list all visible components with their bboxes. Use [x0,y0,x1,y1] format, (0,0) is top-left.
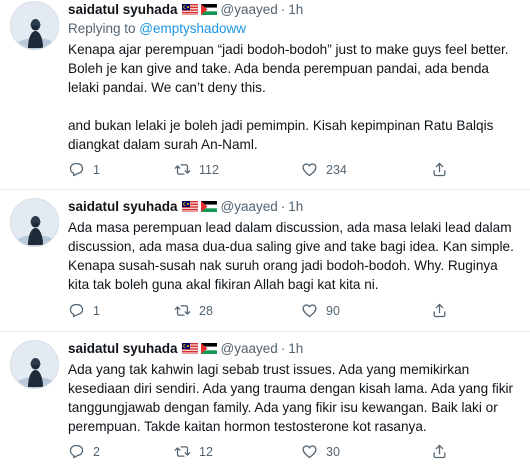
share-button[interactable] [431,302,448,319]
display-name[interactable]: saidatul syuhada [68,198,178,215]
divider [0,189,530,190]
timestamp[interactable]: 1h [288,1,303,18]
tweet-text: Ada yang tak kahwin lagi sebab trust iss… [68,362,514,434]
avatar-image [11,341,59,389]
avatar[interactable] [10,340,59,389]
tweet-2[interactable]: saidatul syuhada @yaayed · 1h Ada masa p… [0,197,530,327]
share-icon [431,302,448,319]
share-button[interactable] [431,161,448,178]
tweet-actions: 1 28 90 [68,302,508,320]
reply-count: 1 [93,303,100,318]
retweet-button[interactable]: 112 [174,161,219,178]
retweet-icon [174,161,191,178]
share-button[interactable] [431,443,448,460]
malaysia-flag-icon [182,343,198,354]
like-button[interactable]: 30 [301,443,340,460]
malaysia-flag-icon [182,4,198,15]
tweet-actions: 1 112 234 [68,161,508,179]
timestamp[interactable]: 1h [288,198,303,215]
reply-count: 1 [93,162,100,177]
reply-icon [68,443,85,460]
display-name[interactable]: saidatul syuhada [68,340,178,357]
heart-icon [301,302,318,319]
tweet-3[interactable]: saidatul syuhada @yaayed · 1h Ada yang t… [0,339,530,465]
malaysia-flag-icon [182,201,198,212]
tweet-actions: 2 12 30 [68,443,508,461]
retweet-icon [174,443,191,460]
like-count: 90 [326,303,340,318]
divider [0,331,530,332]
retweet-icon [174,302,191,319]
timestamp[interactable]: 1h [288,340,303,357]
separator-dot: · [280,199,286,214]
reply-button[interactable]: 1 [68,302,100,319]
user-handle[interactable]: @yaayed [221,1,278,18]
retweet-button[interactable]: 28 [174,302,213,319]
retweet-count: 112 [199,162,219,177]
reply-count: 2 [93,444,100,459]
like-button[interactable]: 234 [301,161,347,178]
like-count: 234 [326,162,347,177]
user-handle[interactable]: @yaayed [221,198,278,215]
separator-dot: · [280,2,286,17]
display-name[interactable]: saidatul syuhada [68,1,178,18]
like-button[interactable]: 90 [301,302,340,319]
reply-icon [68,302,85,319]
replying-to-handle[interactable]: @emptyshadoww [139,21,246,36]
palestine-flag-icon [201,4,217,15]
tweet-text: Ada masa perempuan lead dalam discussion… [68,220,514,292]
reply-button[interactable]: 1 [68,161,100,178]
retweet-count: 12 [199,444,213,459]
heart-icon [301,443,318,460]
heart-icon [301,161,318,178]
user-handle[interactable]: @yaayed [221,340,278,357]
avatar[interactable] [10,1,59,50]
reply-icon [68,161,85,178]
tweet-header: saidatul syuhada @yaayed · 1h [68,1,520,18]
share-icon [431,443,448,460]
tweet-header: saidatul syuhada @yaayed · 1h [68,198,520,215]
avatar-image [11,2,59,50]
palestine-flag-icon [201,343,217,354]
retweet-count: 28 [199,303,213,318]
avatar[interactable] [10,198,59,247]
like-count: 30 [326,444,340,459]
tweet-1[interactable]: saidatul syuhada @yaayed · 1h Replying t… [0,0,530,185]
tweet-text: Kenapa ajar perempuan “jadi bodoh-bodoh”… [68,42,509,152]
replying-to-label: Replying to [68,21,140,36]
palestine-flag-icon [201,201,217,212]
tweet-header: saidatul syuhada @yaayed · 1h [68,340,520,357]
retweet-button[interactable]: 12 [174,443,213,460]
replying-to: Replying to @emptyshadoww [68,20,520,37]
avatar-image [11,199,59,247]
reply-button[interactable]: 2 [68,443,100,460]
share-icon [431,161,448,178]
separator-dot: · [280,341,286,356]
